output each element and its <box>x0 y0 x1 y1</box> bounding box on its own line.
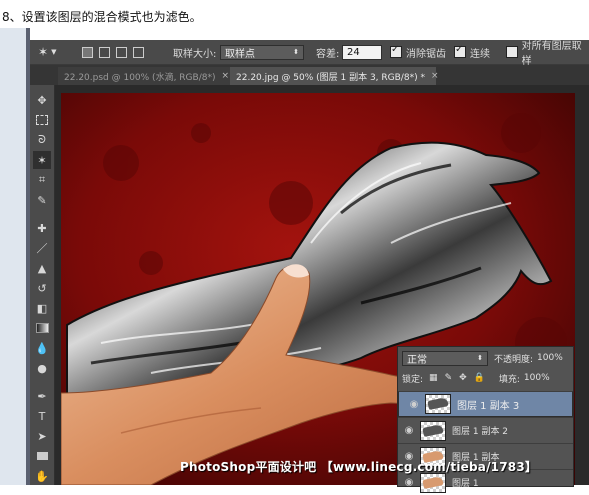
path-select-icon[interactable]: ➤ <box>33 427 51 445</box>
document-tab-bar: 22.20.psd @ 100% (水滴, RGB/8*) × 22.20.jp… <box>30 65 589 85</box>
tab-label: 22.20.psd @ 100% (水滴, RGB/8*) <box>64 72 216 83</box>
hand-icon[interactable]: ✋ <box>33 467 51 485</box>
crop-icon[interactable]: ⌗ <box>33 171 51 189</box>
layer-name: 图层 1 副本 3 <box>457 400 520 412</box>
eyedropper-icon[interactable]: ✎ <box>33 191 51 209</box>
chevron-updown-icon: ⬍ <box>477 354 483 362</box>
opacity-input[interactable]: 100% <box>537 353 563 363</box>
layer-name: 图层 1 <box>452 479 479 489</box>
background-window-edge <box>0 28 30 485</box>
options-bar: ✶ ▼ 取样大小: 取样点 ⬍ 容差: 24 消除锯齿 连续 对所有图层取样 <box>30 40 589 67</box>
antialias-checkbox[interactable]: 消除锯齿 <box>390 40 446 64</box>
lock-pixels-icon[interactable]: ✎ <box>445 373 453 383</box>
close-icon[interactable]: × <box>431 71 439 81</box>
layer-thumbnail <box>425 394 451 414</box>
add-selection-icon[interactable] <box>99 46 110 58</box>
contiguous-checkbox[interactable]: 连续 <box>454 40 490 64</box>
eye-icon[interactable]: ◉ <box>398 425 420 436</box>
sample-size-label: 取样大小: <box>173 48 217 60</box>
magic-wand-icon: ✶ <box>38 45 49 59</box>
eye-icon[interactable]: ◉ <box>403 399 425 410</box>
lock-all-icon[interactable]: 🔒 <box>474 373 485 383</box>
watermark-text: PhotoShop平面设计吧 【www.linecg.com/tieba/178… <box>180 460 538 474</box>
all-layers-label: 对所有图层取样 <box>521 41 582 67</box>
lasso-icon[interactable]: ᘐ <box>33 131 51 149</box>
tab-psd[interactable]: 22.20.psd @ 100% (水滴, RGB/8*) × <box>58 67 230 85</box>
new-selection-icon[interactable] <box>82 46 93 58</box>
selection-mode-group <box>82 40 144 64</box>
tolerance-input[interactable]: 24 <box>342 44 382 60</box>
chevron-down-icon: ▼ <box>51 48 57 56</box>
magic-wand-tool-preset[interactable]: ✶ ▼ <box>38 40 56 64</box>
subtract-selection-icon[interactable] <box>116 46 127 58</box>
tolerance-label: 容差: <box>316 48 340 60</box>
move-icon[interactable]: ✥ <box>33 91 51 109</box>
dodge-icon[interactable]: ● <box>33 359 51 377</box>
contiguous-check[interactable] <box>454 44 466 58</box>
toolbox: ✥ ᘐ ✶ ⌗ ✎ ✚ ／ ▲ ↺ ◧ 💧 ● ✒ T ➤ ✋ <box>30 85 55 485</box>
blur-icon[interactable]: 💧 <box>33 339 51 357</box>
instruction-text: 8、设置该图层的混合模式也为滤色。 <box>2 10 202 24</box>
layer-row[interactable]: ◉ 图层 1 副本 2 <box>398 417 573 443</box>
tab-label: 22.20.jpg @ 50% (图层 1 副本 3, RGB/8*) * <box>236 72 425 83</box>
layer-thumbnail <box>420 472 446 493</box>
intersect-selection-icon[interactable] <box>133 46 144 58</box>
all-layers-checkbox[interactable]: 对所有图层取样 <box>506 40 589 67</box>
magic-wand-icon[interactable]: ✶ <box>33 151 51 169</box>
clone-stamp-icon[interactable]: ▲ <box>33 259 51 277</box>
lock-label: 锁定: <box>402 374 424 385</box>
antialias-label: 消除锯齿 <box>406 48 446 60</box>
tab-jpg[interactable]: 22.20.jpg @ 50% (图层 1 副本 3, RGB/8*) * × <box>230 67 439 85</box>
layer-row[interactable]: ◉ 图层 1 副本 3 <box>398 391 573 417</box>
fill-label: 填充: <box>498 374 520 385</box>
history-brush-icon[interactable]: ↺ <box>33 279 51 297</box>
sample-size-select[interactable]: 取样点 ⬍ <box>220 44 304 60</box>
sample-size-value: 取样点 <box>225 48 255 60</box>
layer-name: 图层 1 副本 2 <box>452 427 509 437</box>
fill-input[interactable]: 100% <box>524 373 550 383</box>
chevron-updown-icon: ⬍ <box>293 48 299 56</box>
layer-thumbnail <box>420 420 446 441</box>
all-layers-check[interactable] <box>506 46 518 58</box>
lock-position-icon[interactable]: ✥ <box>459 373 467 383</box>
pen-icon[interactable]: ✒ <box>33 387 51 405</box>
close-icon[interactable]: × <box>221 71 229 81</box>
healing-brush-icon[interactable]: ✚ <box>33 219 51 237</box>
type-icon[interactable]: T <box>33 407 51 425</box>
blend-mode-select[interactable]: 正常 ⬍ <box>402 350 488 366</box>
gradient-icon[interactable] <box>33 319 51 337</box>
antialias-check[interactable] <box>390 44 402 58</box>
contiguous-label: 连续 <box>470 48 490 60</box>
eraser-icon[interactable]: ◧ <box>33 299 51 317</box>
lock-transparent-icon[interactable]: ▦ <box>429 373 438 383</box>
brush-icon[interactable]: ／ <box>33 239 51 257</box>
blend-mode-value: 正常 <box>407 354 427 366</box>
marquee-icon[interactable] <box>33 111 51 129</box>
opacity-label: 不透明度: <box>494 354 534 365</box>
eye-icon[interactable]: ◉ <box>398 477 420 488</box>
rectangle-icon[interactable] <box>33 447 51 465</box>
